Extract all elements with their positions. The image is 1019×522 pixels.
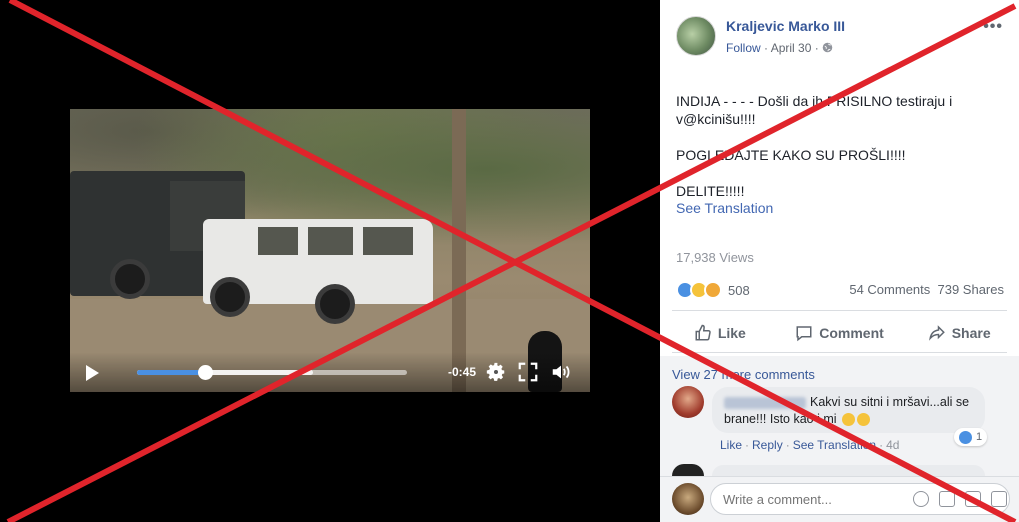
progress-handle[interactable] <box>197 365 213 380</box>
progress-fill <box>137 370 205 375</box>
video-jeep-wheel <box>315 284 355 324</box>
author-avatar[interactable] <box>676 16 716 56</box>
jeep-window <box>308 227 353 255</box>
comment-like-link[interactable]: Like <box>720 438 742 452</box>
like-reaction-icon <box>959 430 972 444</box>
comment-like-badge[interactable]: 1 <box>954 428 988 446</box>
comment-actions: Like · Reply · See Translation · 4d <box>720 438 900 452</box>
engagement-counts: 54 Comments 739 Shares <box>849 282 1004 297</box>
play-icon[interactable] <box>86 365 99 381</box>
wow-reaction-icon <box>704 281 722 299</box>
divider <box>672 310 1007 311</box>
jeep-window <box>363 227 413 255</box>
see-translation-link[interactable]: See Translation <box>676 200 773 216</box>
meta-separator: · <box>764 41 769 55</box>
comment-icon <box>796 326 812 342</box>
jeep-window <box>258 227 298 255</box>
comment-time[interactable]: 4d <box>886 438 899 452</box>
gear-icon[interactable] <box>485 361 507 383</box>
commenter-name-redacted[interactable] <box>724 396 806 409</box>
comment-button[interactable]: Comment <box>780 318 900 348</box>
divider <box>672 352 1007 353</box>
reaction-summary[interactable]: 508 <box>676 280 750 300</box>
shares-count[interactable]: 739 Shares <box>938 282 1005 297</box>
commenter-avatar[interactable] <box>672 464 704 476</box>
follow-link[interactable]: Follow <box>726 41 761 55</box>
post-text-line: DELITE!!!!! <box>676 183 745 199</box>
comment-see-translation-link[interactable]: See Translation <box>793 438 876 452</box>
meta-separator: · <box>814 41 819 55</box>
like-label: Like <box>717 325 746 341</box>
comment-bubble: Kakvi su sitni i mršavi...ali se brane!!… <box>712 387 985 433</box>
post-text-line: INDIJA - - - - Došli da ih PRISILNO test… <box>676 93 953 127</box>
like-button[interactable]: Like <box>660 318 780 348</box>
post-actions: Like Comment Share <box>660 318 1019 348</box>
comment-bubble <box>712 465 985 476</box>
comment-reply-link[interactable]: Reply <box>752 438 783 452</box>
comment-like-count: 1 <box>976 431 983 443</box>
video-player[interactable]: -0:45 <box>70 109 590 392</box>
post-panel: Kraljevic Marko III Follow · April 30 · … <box>660 0 1019 522</box>
current-user-avatar <box>672 483 704 515</box>
video-pane: -0:45 <box>0 0 660 522</box>
share-label: Share <box>951 325 991 341</box>
smiling-emoji-icon <box>857 413 871 427</box>
progress-bar[interactable] <box>137 365 407 380</box>
thumbs-up-icon <box>695 324 711 341</box>
camera-icon[interactable] <box>939 491 955 507</box>
commenter-avatar[interactable] <box>672 386 704 418</box>
view-more-comments-link[interactable]: View 27 more comments <box>672 367 815 382</box>
volume-icon[interactable] <box>550 361 572 383</box>
post-text-line: POGLEDAJTE KAKO SU PROŠLI!!!! <box>676 147 906 163</box>
video-jeep-wheel <box>210 277 250 317</box>
share-button[interactable]: Share <box>899 318 1019 348</box>
share-icon <box>928 325 945 341</box>
comments-count[interactable]: 54 Comments <box>849 282 930 297</box>
emoji-icon[interactable] <box>913 491 929 507</box>
fullscreen-icon[interactable] <box>517 361 539 383</box>
comment-composer <box>660 476 1019 522</box>
gif-icon[interactable] <box>965 491 981 507</box>
sticker-icon[interactable] <box>991 491 1007 507</box>
more-options-icon[interactable]: ••• <box>983 18 1003 36</box>
video-truck-wheel <box>110 259 150 299</box>
composer-icons <box>913 491 1007 507</box>
grinning-emoji-icon <box>842 413 856 427</box>
post-date[interactable]: April 30 <box>771 41 812 55</box>
post-meta: Follow · April 30 · <box>726 41 833 55</box>
comment-label: Comment <box>819 325 884 341</box>
author-name[interactable]: Kraljevic Marko III <box>726 18 845 34</box>
globe-icon <box>822 42 833 53</box>
reaction-count: 508 <box>728 282 750 298</box>
post-body: INDIJA - - - - Došli da ih PRISILNO test… <box>676 92 976 200</box>
view-count: 17,938 Views <box>676 250 754 265</box>
video-controls: -0:45 <box>70 352 590 392</box>
video-pole <box>452 109 466 392</box>
time-remaining: -0:45 <box>448 365 477 379</box>
